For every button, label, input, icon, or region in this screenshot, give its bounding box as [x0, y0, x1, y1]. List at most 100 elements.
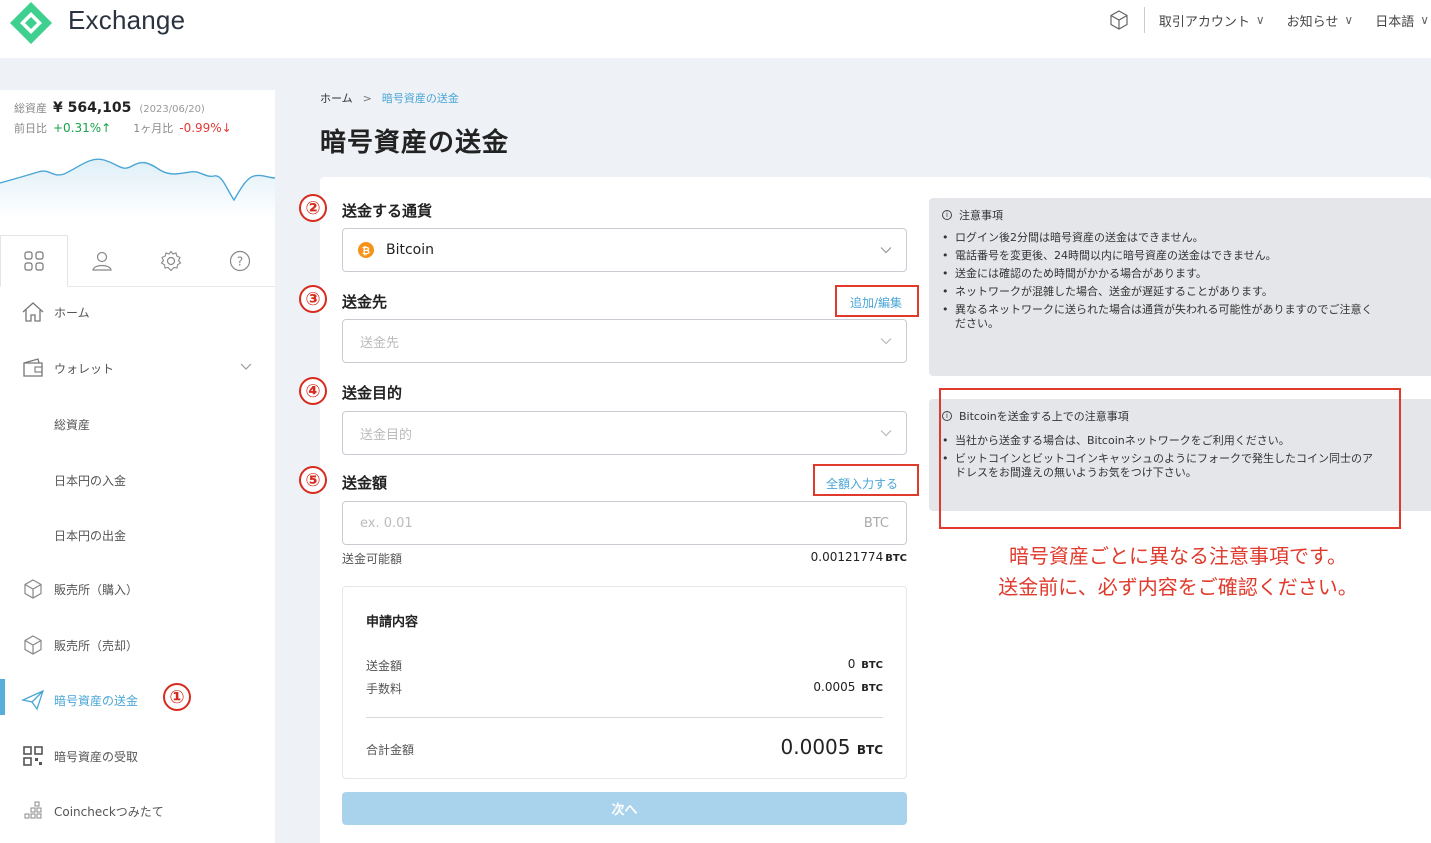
summary-fee-label: 手数料: [366, 682, 403, 696]
summary-total-wrap: 0.0005 BTC: [781, 735, 883, 759]
annotation-caption: 暗号資産ごとに異なる注意事項です。 送金前に、必ず内容をご確認ください。: [940, 541, 1416, 603]
cube-icon: [20, 632, 46, 658]
sidebar-item-jpy-withdraw[interactable]: 日本円の出金: [0, 507, 275, 563]
notice-general: i 注意事項 ログイン後2分間は暗号資産の送金はできません。 電話番号を変更後、…: [929, 198, 1431, 376]
sidebar-item-jpy-deposit[interactable]: 日本円の入金: [0, 452, 275, 508]
sidebar-item-label: 販売所（購入）: [54, 582, 139, 597]
gear-icon: [160, 250, 182, 272]
notice-general-title-row: i 注意事項: [942, 207, 1425, 223]
notifications-menu[interactable]: お知らせ ∨: [1287, 11, 1354, 30]
notice-item: 異なるネットワークに送られた場合は通貨が失われる可能性がありますのでご注意くださ…: [942, 303, 1425, 331]
trading-account-menu[interactable]: 取引アカウント ∨: [1159, 11, 1265, 30]
notice-item: ログイン後2分間は暗号資産の送金はできません。: [942, 231, 1425, 245]
purpose-placeholder: 送金目的: [360, 427, 413, 443]
step-marker-5: ⑤: [299, 466, 327, 494]
brand-name[interactable]: Exchange: [68, 5, 185, 36]
notice-item: ネットワークが混雑した場合、送金が遅延することがあります。: [942, 285, 1425, 299]
summary-title: 申請内容: [366, 615, 419, 630]
destination-select[interactable]: 送金先: [342, 319, 907, 363]
summary-fee-value: 0.0005: [813, 680, 856, 694]
language-menu[interactable]: 日本語 ∨: [1375, 11, 1429, 30]
purpose-label: 送金目的: [342, 384, 403, 402]
amount-label: 送金額: [342, 474, 388, 492]
day-change-value: +0.31%↑: [53, 121, 112, 135]
tab-help[interactable]: ?: [206, 235, 274, 287]
application-summary: 申請内容 送金額 0 BTC 手数料 0.0005 BTC 合計金額 0.000…: [342, 586, 907, 779]
info-icon: i: [942, 210, 952, 220]
destination-label: 送金先: [342, 293, 388, 311]
day-change-label: 前日比: [14, 122, 47, 135]
available-label: 送金可能額: [342, 552, 403, 566]
total-assets-value: ¥ 564,105: [53, 100, 132, 116]
available-value: 0.00121774: [810, 550, 884, 564]
cube-cart-icon: [20, 576, 46, 602]
breadcrumb: ホーム > 暗号資産の送金: [320, 90, 459, 106]
annotation-caption-line1: 暗号資産ごとに異なる注意事項です。: [1009, 544, 1347, 568]
sidebar-item-buy[interactable]: 販売所（購入）: [0, 561, 275, 617]
chevron-down-icon[interactable]: [239, 360, 253, 374]
tab-account[interactable]: [68, 235, 136, 287]
summary-fee-wrap: 0.0005 BTC: [813, 680, 883, 694]
grid-icon: [24, 251, 44, 271]
svg-text:₿: ₿: [362, 245, 370, 257]
sidebar-item-total-assets[interactable]: 総資産: [0, 396, 275, 452]
asset-change-row: 前日比 +0.31%↑ 1ヶ月比 -0.99%↓: [14, 120, 232, 136]
language-label: 日本語: [1375, 14, 1415, 30]
destination-placeholder: 送金先: [360, 335, 400, 351]
wallet-icon: [20, 355, 46, 381]
amount-unit: BTC: [863, 516, 889, 531]
available-unit: BTC: [885, 553, 907, 564]
sidebar-item-crypto-receive[interactable]: 暗号資産の受取: [0, 728, 275, 784]
amount-input[interactable]: ex. 0.01 BTC: [342, 501, 907, 545]
currency-select[interactable]: ₿ Bitcoin: [342, 228, 907, 272]
chevron-down-icon: ∨: [1344, 13, 1354, 27]
sidebar-item-label: 日本円の入金: [54, 473, 127, 488]
summary-total-row: 合計金額 0.0005 BTC: [366, 735, 883, 761]
help-icon: ?: [229, 250, 251, 272]
tab-dashboard[interactable]: [0, 235, 68, 287]
summary-amount-wrap: 0 BTC: [848, 657, 883, 671]
cube-icon[interactable]: [1108, 9, 1130, 31]
step-marker-3: ③: [299, 285, 327, 313]
breadcrumb-home[interactable]: ホーム: [320, 90, 353, 106]
month-change-value: -0.99%↓: [179, 121, 232, 135]
total-assets-label: 総資産: [14, 102, 47, 115]
sidebar-item-tsumitate[interactable]: Coincheckつみたて: [0, 783, 275, 839]
user-icon: [92, 251, 112, 271]
summary-amount-value: 0: [847, 657, 856, 671]
chevron-down-icon: [880, 247, 892, 254]
summary-total-value: 0.0005: [780, 735, 851, 759]
sidebar-item-label: 総資産: [54, 417, 91, 432]
purpose-select[interactable]: 送金目的: [342, 411, 907, 455]
sidebar-item-home[interactable]: ホーム: [0, 284, 275, 340]
chevron-down-icon: [880, 430, 892, 437]
add-edit-destination-link[interactable]: 追加/編集: [850, 294, 902, 311]
sidebar-tabs: ?: [0, 235, 275, 287]
page-title: 暗号資産の送金: [320, 128, 510, 158]
summary-amount-row: 送金額 0 BTC: [366, 657, 883, 675]
sidebar-item-label: ウォレット: [54, 361, 115, 376]
notifications-label: お知らせ: [1286, 14, 1339, 30]
summary-divider: [366, 717, 883, 718]
notice-item: 送金には確認のため時間がかかる場合があります。: [942, 267, 1425, 281]
fill-all-link[interactable]: 全額入力する: [826, 475, 898, 492]
amount-placeholder: ex. 0.01: [360, 516, 413, 531]
sidebar-item-label: 販売所（売却）: [54, 638, 139, 653]
home-icon: [20, 299, 46, 325]
paper-plane-icon: [20, 687, 46, 713]
summary-total-label: 合計金額: [366, 743, 415, 757]
sidebar-item-crypto-send[interactable]: 暗号資産の送金: [0, 672, 275, 728]
breadcrumb-current: 暗号資産の送金: [381, 92, 459, 105]
exchange-logo-icon[interactable]: [8, 0, 54, 46]
tab-settings[interactable]: [137, 235, 205, 287]
sidebar-item-label: 暗号資産の受取: [54, 749, 139, 764]
summary-unit: BTC: [861, 683, 883, 694]
chevron-down-icon: ∨: [1255, 13, 1265, 27]
month-change-label: 1ヶ月比: [133, 122, 174, 135]
sidebar-item-sell[interactable]: 販売所（売却）: [0, 617, 275, 673]
next-button[interactable]: 次へ: [342, 792, 907, 825]
svg-text:?: ?: [237, 255, 243, 269]
sidebar-item-wallet[interactable]: ウォレット: [0, 340, 275, 396]
total-assets-row: 総資産 ¥ 564,105 (2023/06/20): [14, 100, 205, 116]
notice-general-list: ログイン後2分間は暗号資産の送金はできません。 電話番号を変更後、24時間以内に…: [942, 231, 1425, 331]
